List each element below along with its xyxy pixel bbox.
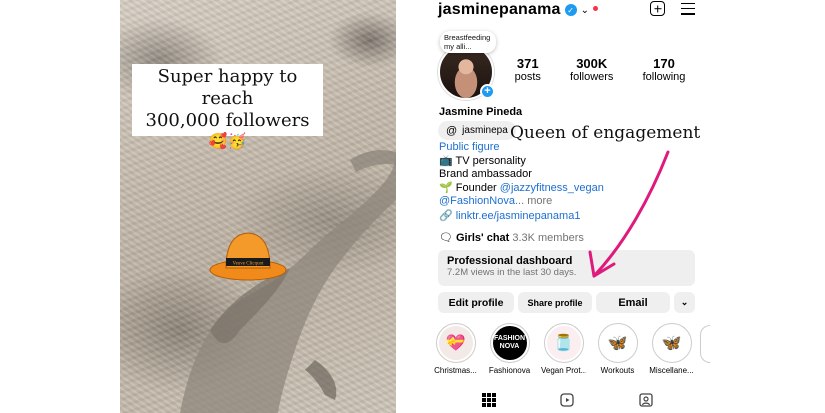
highlight-item[interactable]: FASHION NOVA Fashionova bbox=[487, 323, 532, 375]
story-highlights: 💝 Christmas... FASHION NOVA Fashionova 🫙 … bbox=[433, 323, 694, 375]
screenshot-canvas: Super happy to reach 300,000 followers 🥰… bbox=[0, 0, 825, 413]
chevron-down-icon[interactable]: ⌄ bbox=[581, 5, 589, 16]
profile-stats: 371 posts 300K followers 170 following bbox=[500, 56, 700, 83]
story-caption: Super happy to reach 300,000 followers 🥰… bbox=[132, 64, 323, 150]
bio-text: 🌱 Founder bbox=[439, 181, 500, 194]
annotation-text: Queen of engagement bbox=[510, 123, 701, 143]
caption-line-2: 300,000 followers bbox=[145, 110, 310, 131]
stat-posts[interactable]: 371 posts bbox=[515, 56, 541, 83]
verified-badge-icon: ✓ bbox=[564, 4, 577, 16]
komodo-dragon-image bbox=[180, 150, 396, 413]
stat-number: 170 bbox=[653, 56, 675, 71]
tagged-icon[interactable] bbox=[639, 393, 653, 407]
stat-label: followers bbox=[570, 71, 614, 83]
profile-note[interactable]: Breastfeeding my alli... bbox=[440, 31, 496, 53]
chat-name: Girls' chat bbox=[455, 231, 510, 244]
broadcast-chat[interactable]: 🗨 Girls' chat 3.3K members bbox=[439, 231, 584, 245]
bio-link[interactable]: 🔗 linktr.ee/jasminepanama1 bbox=[439, 209, 581, 223]
username[interactable]: jasminepanama bbox=[438, 1, 561, 19]
fashion-nova-logo-icon: FASHION NOVA bbox=[492, 326, 527, 360]
highlight-item[interactable]: 🫙 Vegan Prot... bbox=[541, 323, 586, 375]
profile-header: jasminepanama ✓ ⌄ bbox=[438, 0, 599, 20]
highlight-item-partial[interactable] bbox=[700, 325, 710, 363]
highlight-label: Fashionova bbox=[488, 366, 531, 375]
hat-label: Veuve Clicquot bbox=[233, 262, 265, 267]
caption-line-1: Super happy to reach bbox=[157, 66, 298, 109]
story-panel: Super happy to reach 300,000 followers 🥰… bbox=[120, 0, 396, 413]
add-story-icon[interactable]: + bbox=[480, 84, 495, 99]
menu-icon[interactable] bbox=[681, 2, 695, 15]
highlight-label: Vegan Prot... bbox=[541, 366, 586, 375]
chat-icon: 🗨 bbox=[439, 232, 453, 244]
highlight-label: Miscellane... bbox=[649, 366, 694, 375]
highlight-label: Workouts bbox=[600, 366, 635, 375]
chat-members: 3.3K members bbox=[512, 231, 584, 244]
highlight-item[interactable]: 💝 Christmas... bbox=[433, 323, 478, 375]
profile-tabs bbox=[430, 393, 705, 407]
caption-emoji: 🥰🥳 bbox=[208, 132, 247, 150]
notification-dot bbox=[593, 5, 599, 11]
more-link[interactable]: ... more bbox=[515, 195, 552, 207]
pink-arrow-icon bbox=[588, 150, 670, 278]
share-profile-button[interactable]: Share profile bbox=[518, 292, 592, 313]
highlight-label: Christmas... bbox=[434, 366, 477, 375]
stat-number: 371 bbox=[516, 56, 539, 71]
stat-label: posts bbox=[514, 71, 541, 83]
threads-badge[interactable]: @ jasminepa bbox=[438, 121, 516, 140]
butterfly-icon: 🦋 bbox=[654, 326, 689, 360]
threads-handle: jasminepa bbox=[462, 125, 508, 136]
create-post-icon[interactable] bbox=[650, 1, 665, 16]
stat-label: following bbox=[642, 71, 686, 83]
threads-icon: @ bbox=[446, 124, 458, 137]
link-text: linktr.ee/jasminepanama1 bbox=[455, 209, 581, 222]
protein-jars-icon: 🫙 bbox=[546, 326, 581, 360]
mention-link[interactable]: @FashionNova bbox=[439, 195, 515, 207]
stat-number: 300K bbox=[576, 56, 608, 71]
display-name: Jasmine Pineda bbox=[439, 106, 523, 118]
reels-icon[interactable] bbox=[560, 393, 575, 407]
stat-followers[interactable]: 300K followers bbox=[570, 56, 613, 83]
link-icon: 🔗 bbox=[439, 210, 453, 222]
header-actions bbox=[650, 1, 695, 16]
highlight-item[interactable]: 🦋 Miscellane... bbox=[649, 323, 694, 375]
suggested-chevron-icon[interactable]: ⌄ bbox=[674, 292, 695, 313]
highlight-item[interactable]: 🦋 Workouts bbox=[595, 323, 640, 375]
email-button[interactable]: Email bbox=[596, 292, 670, 313]
orange-hat-sticker: Veuve Clicquot bbox=[209, 232, 287, 281]
grid-icon[interactable] bbox=[482, 393, 497, 407]
butterfly-icon: 🦋 bbox=[600, 326, 635, 360]
wreath-icon: 💝 bbox=[438, 326, 473, 360]
stat-following[interactable]: 170 following bbox=[643, 56, 686, 83]
edit-profile-button[interactable]: Edit profile bbox=[438, 292, 514, 313]
profile-buttons: Edit profile Share profile Email ⌄ bbox=[438, 292, 695, 313]
